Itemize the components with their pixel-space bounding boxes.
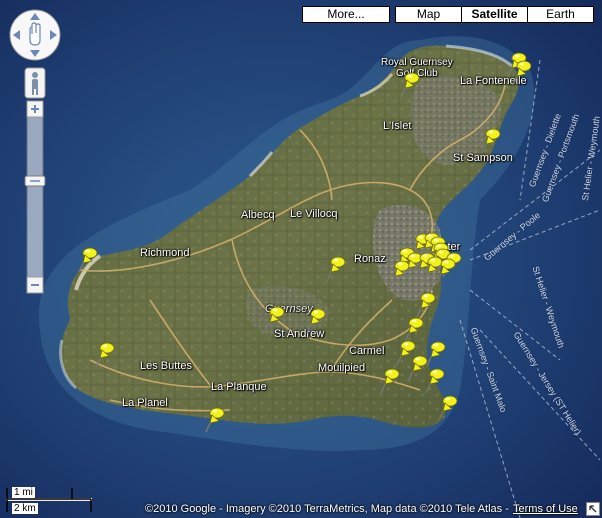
pushpin-icon[interactable] [77, 245, 99, 273]
pushpin-icon[interactable] [325, 254, 347, 282]
place-label: Mouilpied [318, 362, 366, 374]
place-label: Carmel [349, 345, 385, 357]
pushpin-icon[interactable] [94, 340, 116, 368]
scale-miles: 1 mi [12, 487, 35, 498]
pushpin-icon[interactable] [435, 256, 457, 284]
place-label: Les Buttes [140, 360, 192, 372]
pegman-icon[interactable] [24, 67, 46, 99]
pushpin-icon[interactable] [437, 393, 459, 421]
pushpin-icon[interactable] [399, 70, 421, 98]
place-label: Richmond [140, 247, 190, 259]
zoom-out-icon[interactable] [26, 276, 44, 294]
expand-corner-icon[interactable] [586, 502, 600, 516]
pushpin-icon[interactable] [389, 258, 411, 286]
copyright-text: ©2010 Google - Imagery ©2010 TerraMetric… [145, 503, 509, 515]
place-label: Albecq [241, 209, 275, 221]
place-label: Le Villocq [290, 208, 338, 220]
place-label: La Planel [122, 397, 168, 409]
pushpin-icon[interactable] [305, 306, 327, 334]
place-label: Ronaz [354, 253, 386, 265]
map-type-earth-button[interactable]: Earth [527, 6, 594, 23]
pushpin-icon[interactable] [480, 126, 502, 154]
place-label: L'Islet [383, 120, 412, 132]
zoom-in-icon[interactable] [26, 100, 44, 118]
pushpin-icon[interactable] [511, 58, 533, 86]
satellite-map[interactable]: Royal Guernsey Golf Club La Fontenelle L… [0, 0, 602, 518]
place-label: La Planque [211, 381, 267, 393]
pushpin-icon[interactable] [264, 304, 286, 332]
pushpin-icon[interactable] [424, 366, 446, 394]
scale-km: 2 km [12, 503, 38, 514]
map-type-satellite-button[interactable]: Satellite [461, 6, 528, 23]
more-button[interactable]: More... [302, 6, 390, 23]
zoom-slider[interactable] [24, 116, 46, 278]
map-type-map-button[interactable]: Map [395, 6, 462, 23]
pushpin-icon[interactable] [379, 366, 401, 394]
pushpin-icon[interactable] [415, 290, 437, 318]
pan-control-icon[interactable] [9, 9, 61, 61]
navigation-control [8, 8, 62, 298]
terms-of-use-link[interactable]: Terms of Use [513, 503, 578, 515]
pushpin-icon[interactable] [204, 405, 226, 433]
scale-bar: 1 mi 2 km [6, 486, 96, 514]
